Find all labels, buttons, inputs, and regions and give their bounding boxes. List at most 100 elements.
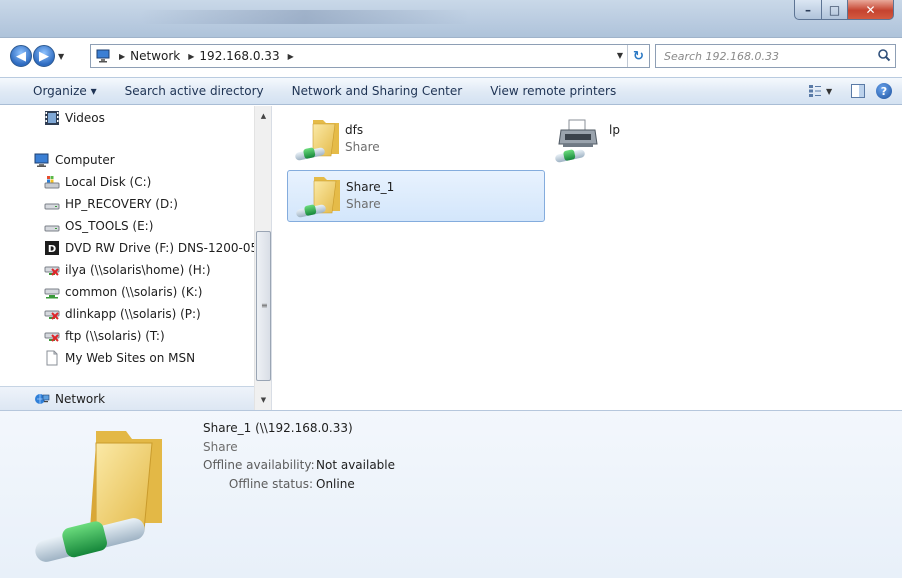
help-icon[interactable]: ? — [876, 83, 892, 99]
breadcrumb-separator-icon[interactable]: ▶ — [288, 52, 294, 61]
search-placeholder: Search 192.168.0.33 — [664, 49, 780, 63]
tree-item-label: Local Disk (C:) — [65, 175, 152, 189]
tree-item-label: My Web Sites on MSN — [65, 351, 196, 365]
tree-item-hp-recovery-d[interactable]: HP_RECOVERY (D:) — [44, 194, 178, 214]
tree-item-label: Computer — [55, 153, 115, 167]
breadcrumb-separator-icon[interactable]: ▶ — [188, 52, 194, 61]
local-disk-icon — [44, 176, 60, 189]
tree-item-os-tools-e[interactable]: OS_TOOLS (E:) — [44, 216, 153, 236]
navigation-pane: Videos Computer Local Disk (C:) HP_RECOV… — [0, 106, 272, 410]
address-bar[interactable]: ▶ Network ▶ 192.168.0.33 ▶ ▼ ↻ — [90, 44, 650, 68]
details-pane: Share_1 (\\192.168.0.33) Share Offline a… — [0, 410, 902, 578]
window-title — [140, 10, 470, 24]
tree-item-label: DVD RW Drive (F:) DNS-1200-05 — [65, 241, 254, 255]
item-name: lp — [609, 123, 620, 137]
change-view-button[interactable]: ▼ — [808, 82, 840, 100]
search-active-directory-button[interactable]: Search active directory — [111, 84, 278, 98]
forward-button[interactable]: ▶ — [33, 45, 55, 67]
tree-item-network-label: Network — [34, 389, 105, 409]
share-item-share-1[interactable]: Share_1 Share — [287, 170, 545, 222]
tree-item-label: Network — [55, 392, 106, 406]
tree-item-computer[interactable]: Computer — [34, 150, 115, 170]
address-dropdown-icon[interactable]: ▼ — [617, 51, 623, 60]
chevron-down-icon: ▼ — [826, 86, 833, 96]
shared-folder-icon — [296, 177, 340, 218]
refresh-button[interactable]: ↻ — [627, 45, 649, 67]
tree-item-label: ilya (\\solaris\home) (H:) — [65, 263, 211, 277]
views-icon — [809, 85, 821, 97]
forward-arrow-icon: ▶ — [39, 48, 49, 64]
tree-item-label: HP_RECOVERY (D:) — [65, 197, 178, 211]
search-icon — [878, 49, 891, 62]
network-sharing-center-button[interactable]: Network and Sharing Center — [278, 84, 477, 98]
item-type: Share — [346, 197, 381, 211]
search-input[interactable]: Search 192.168.0.33 — [655, 44, 896, 68]
details-type: Share — [203, 440, 238, 454]
dvd-drive-icon: D — [45, 241, 59, 255]
scrollbar-thumb[interactable]: ≡ — [256, 231, 271, 381]
tree-item-label: OS_TOOLS (E:) — [65, 219, 154, 233]
network-computer-icon — [96, 49, 110, 63]
details-field-value: Online — [316, 477, 355, 491]
breadcrumb-host[interactable]: 192.168.0.33 — [199, 49, 279, 63]
item-name: dfs — [345, 123, 364, 137]
network-icon — [35, 394, 50, 404]
maximize-button[interactable]: □ — [822, 0, 848, 20]
view-remote-printers-button[interactable]: View remote printers — [476, 84, 630, 98]
tree-item-label: ftp (\\solaris) (T:) — [65, 329, 165, 343]
disconnected-network-drive-icon — [44, 266, 60, 276]
tree-item-dvd-rw-drive-f[interactable]: D DVD RW Drive (F:) DNS-1200-05 — [44, 238, 254, 258]
printer-item-lp[interactable]: lp — [551, 114, 671, 166]
minimize-button[interactable]: – — [794, 0, 822, 20]
tree-item-videos[interactable]: Videos — [44, 108, 105, 128]
videos-icon — [45, 111, 59, 125]
item-type: Share — [345, 140, 380, 154]
network-drive-icon — [44, 288, 60, 299]
tree-item-ftp-t[interactable]: ftp (\\solaris) (T:) — [44, 326, 165, 346]
details-offline-availability: Offline availability: Not available — [203, 458, 603, 472]
navigation-scrollbar[interactable]: ▲ ≡ ▼ — [254, 106, 271, 410]
title-bar: – □ ✕ — [0, 0, 902, 38]
svg-text:D: D — [48, 244, 56, 255]
details-offline-status: Offline status: Online — [203, 477, 603, 491]
details-field-label: Offline status: — [228, 477, 313, 491]
share-item-dfs[interactable]: dfs Share — [287, 114, 545, 166]
drive-icon — [44, 203, 60, 210]
breadcrumb-separator-icon[interactable]: ▶ — [119, 52, 125, 61]
shared-folder-icon — [35, 431, 162, 562]
breadcrumb: ▶ 192.168.0.33 — [186, 49, 279, 63]
navigation-tree: Videos Computer Local Disk (C:) HP_RECOV… — [0, 106, 254, 410]
tree-item-label: common (\\solaris) (K:) — [65, 285, 203, 299]
details-field-value: Not available — [316, 458, 396, 472]
tree-item-common-k[interactable]: common (\\solaris) (K:) — [44, 282, 202, 302]
back-arrow-icon: ◀ — [16, 48, 26, 64]
recent-pages-dropdown[interactable]: ▼ — [58, 52, 64, 61]
breadcrumb: ▶ Network — [119, 49, 180, 63]
caption-buttons: – □ ✕ — [794, 0, 894, 20]
shared-folder-icon — [295, 120, 339, 161]
tree-item-network[interactable]: Network — [0, 386, 254, 410]
scroll-down-arrow-icon[interactable]: ▼ — [255, 392, 272, 408]
refresh-icon: ↻ — [633, 48, 644, 64]
command-bar: Organize ▾ Search active directory Netwo… — [0, 77, 902, 105]
document-icon — [46, 350, 58, 366]
breadcrumb-network[interactable]: Network — [130, 49, 180, 63]
computer-icon — [34, 153, 49, 167]
tree-item-ilya-h[interactable]: ilya (\\solaris\home) (H:) — [44, 260, 211, 280]
disconnected-network-drive-icon — [44, 332, 60, 342]
details-title: Share_1 (\\192.168.0.33) — [203, 421, 353, 435]
tree-item-label: Videos — [65, 111, 105, 125]
tree-item-local-disk-c[interactable]: Local Disk (C:) — [44, 172, 151, 192]
item-name: Share_1 — [346, 180, 395, 194]
back-button[interactable]: ◀ — [10, 45, 32, 67]
tree-item-my-web-sites[interactable]: My Web Sites on MSN — [44, 348, 195, 368]
details-field-label: Offline availability: — [203, 458, 315, 472]
grip-icon: ≡ — [261, 301, 268, 310]
close-button[interactable]: ✕ — [848, 0, 894, 20]
scroll-up-arrow-icon[interactable]: ▲ — [255, 108, 272, 124]
tree-item-dlinkapp-p[interactable]: dlinkapp (\\solaris) (P:) — [44, 304, 201, 324]
drive-icon — [44, 225, 60, 232]
preview-pane-icon[interactable] — [850, 83, 866, 99]
breadcrumb: ▶ — [286, 52, 299, 61]
organize-menu[interactable]: Organize ▾ — [0, 84, 111, 98]
